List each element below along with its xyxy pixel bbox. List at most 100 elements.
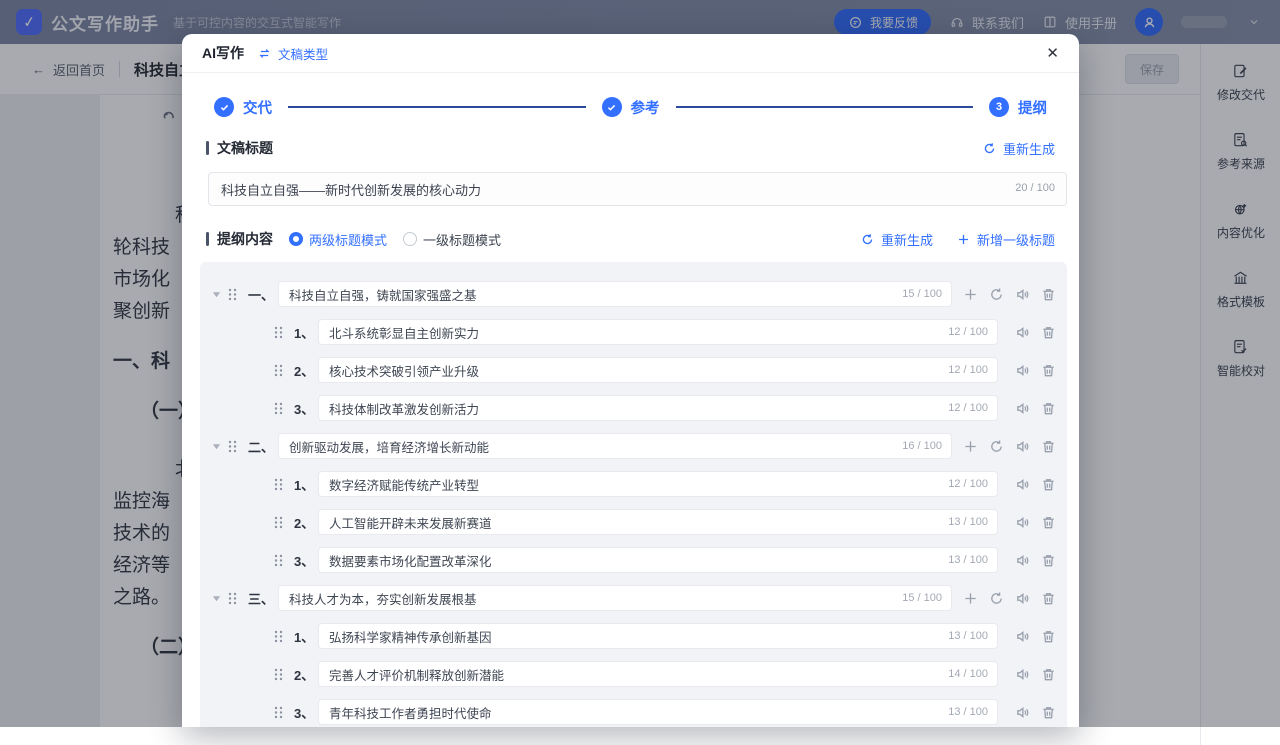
outline-row-level2: 1、 13 / 100 [210,623,1057,649]
swap-icon [256,45,273,62]
drag-handle[interactable] [274,478,288,491]
outline-subtitle-input[interactable] [318,509,998,535]
doc-type-link[interactable]: 文稿类型 [256,44,328,63]
outline-char-counter: 13 / 100 [948,630,988,642]
regenerate-row-icon[interactable] [988,286,1005,303]
add-subtitle-icon[interactable] [962,286,979,303]
outline-row-level1: 一、 15 / 100 [210,281,1057,307]
outline-number: 2、 [294,667,315,683]
voice-icon[interactable] [1014,324,1031,341]
voice-icon[interactable] [1014,590,1031,607]
outline-subtitle-input[interactable] [318,699,998,725]
step-outline[interactable]: 3 提纲 [989,97,1047,118]
voice-icon[interactable] [1014,286,1031,303]
drag-handle[interactable] [228,592,242,605]
outline-char-counter: 12 / 100 [948,402,988,414]
outline-row-level1: 二、 16 / 100 [210,433,1057,459]
outline-row-level2: 3、 13 / 100 [210,699,1057,725]
step-brief[interactable]: 交代 [214,97,272,118]
delete-row-icon[interactable] [1040,324,1057,341]
outline-subtitle-input[interactable] [318,319,998,345]
outline-title-input[interactable] [278,585,952,611]
outline-row-level2: 2、 12 / 100 [210,357,1057,383]
outline-number: 2、 [294,515,315,531]
outline-subtitle-input[interactable] [318,395,998,421]
delete-row-icon[interactable] [1040,362,1057,379]
outline-number: 一、 [248,287,275,303]
delete-row-icon[interactable] [1040,590,1057,607]
doc-title-input[interactable] [208,172,1067,206]
voice-icon[interactable] [1014,628,1031,645]
outline-subtitle-input[interactable] [318,471,998,497]
drag-handle[interactable] [274,554,288,567]
outline-number: 3、 [294,705,315,721]
delete-row-icon[interactable] [1040,514,1057,531]
collapse-caret-icon[interactable] [212,442,224,451]
outline-row-level2: 2、 13 / 100 [210,509,1057,535]
drag-handle[interactable] [274,706,288,719]
outline-number: 3、 [294,553,315,569]
delete-row-icon[interactable] [1040,666,1057,683]
add-level1-title-button[interactable]: 新增一级标题 [955,230,1055,249]
drag-handle[interactable] [274,326,288,339]
radio-two-level-mode[interactable]: 两级标题模式 [289,230,387,249]
voice-icon[interactable] [1014,362,1031,379]
radio-unselected-icon [403,232,418,246]
drag-handle[interactable] [274,402,288,415]
outline-subtitle-input[interactable] [318,547,998,573]
radio-one-level-mode[interactable]: 一级标题模式 [403,230,501,249]
delete-row-icon[interactable] [1040,628,1057,645]
add-subtitle-icon[interactable] [962,590,979,607]
drag-handle[interactable] [228,288,242,301]
delete-row-icon[interactable] [1040,400,1057,417]
step-connector [288,106,586,108]
section-bar [206,141,209,155]
voice-icon[interactable] [1014,666,1031,683]
voice-icon[interactable] [1014,704,1031,721]
step-reference[interactable]: 参考 [601,97,660,118]
outline-number: 三、 [248,591,275,607]
voice-icon[interactable] [1014,476,1031,493]
title-regenerate-button[interactable]: 重新生成 [981,139,1055,158]
step-indicator: 交代 参考 3 提纲 [182,91,1079,123]
add-subtitle-icon[interactable] [962,438,979,455]
regenerate-row-icon[interactable] [988,438,1005,455]
delete-row-icon[interactable] [1040,704,1057,721]
delete-row-icon[interactable] [1040,476,1057,493]
delete-row-icon[interactable] [1040,438,1057,455]
regenerate-row-icon[interactable] [988,590,1005,607]
outline-subtitle-input[interactable] [318,661,998,687]
outline-subtitle-input[interactable] [318,623,998,649]
outline-number: 1、 [294,629,315,645]
outline-row-level2: 3、 13 / 100 [210,547,1057,573]
step-check-icon [601,97,622,117]
outline-number: 1、 [294,325,315,341]
outline-char-counter: 16 / 100 [902,440,942,452]
outline-title-input[interactable] [278,281,952,307]
refresh-icon [981,140,998,157]
outline-row-level2: 1、 12 / 100 [210,471,1057,497]
voice-icon[interactable] [1014,400,1031,417]
drag-handle[interactable] [228,440,242,453]
voice-icon[interactable] [1014,552,1031,569]
outline-char-counter: 13 / 100 [948,516,988,528]
outline-section-header: 提纲内容 两级标题模式 一级标题模式 重新生成 新增一级标题 [182,228,1079,250]
delete-row-icon[interactable] [1040,552,1057,569]
close-icon[interactable]: ✕ [1046,46,1059,61]
delete-row-icon[interactable] [1040,286,1057,303]
drag-handle[interactable] [274,630,288,643]
collapse-caret-icon[interactable] [212,290,224,299]
outline-char-counter: 12 / 100 [948,326,988,338]
collapse-caret-icon[interactable] [212,594,224,603]
step-check-icon [214,97,234,117]
drag-handle[interactable] [274,364,288,377]
outline-subtitle-input[interactable] [318,357,998,383]
outline-title-input[interactable] [278,433,952,459]
refresh-icon [859,231,876,248]
voice-icon[interactable] [1014,514,1031,531]
outline-regenerate-button[interactable]: 重新生成 [859,230,933,249]
drag-handle[interactable] [274,516,288,529]
outline-number: 2、 [294,363,315,379]
drag-handle[interactable] [274,668,288,681]
voice-icon[interactable] [1014,438,1031,455]
